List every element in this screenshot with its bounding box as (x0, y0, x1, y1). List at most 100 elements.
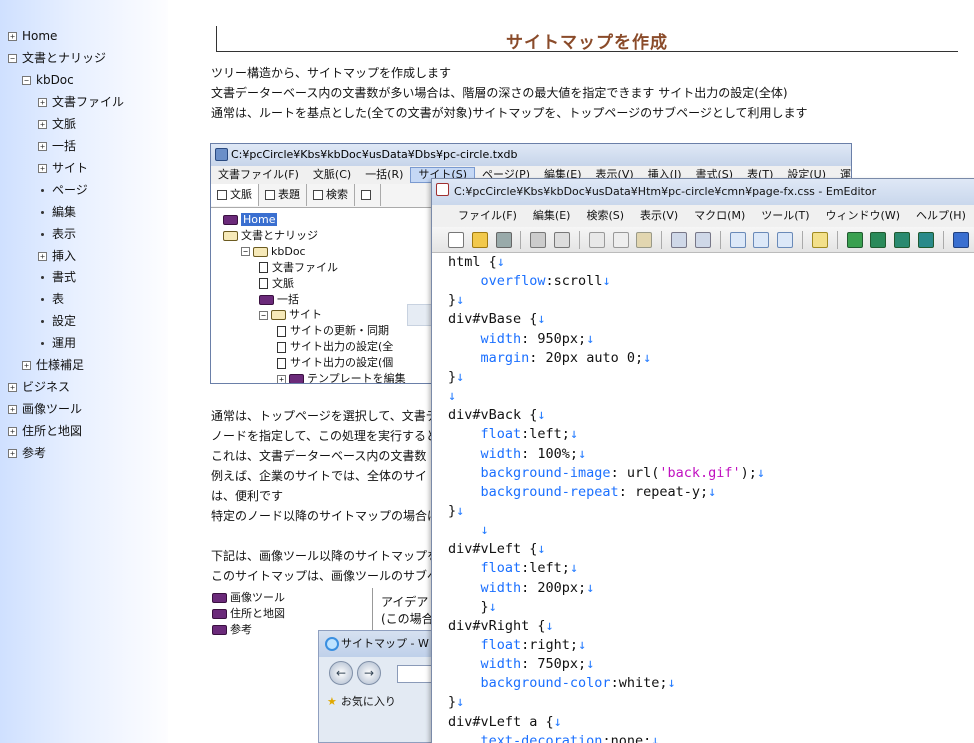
editor-menu-item[interactable]: 編集(E) (525, 205, 579, 227)
expand-icon[interactable]: + (8, 449, 17, 459)
expand-icon[interactable]: + (38, 251, 47, 261)
collapse-icon[interactable]: − (259, 310, 268, 320)
kbdoc-tree-node[interactable]: 文脈 (259, 276, 294, 292)
print-preview-icon[interactable] (554, 232, 571, 248)
view-mode-icon[interactable] (846, 232, 863, 248)
kbdoc-menu-item[interactable]: 一括(R) (358, 166, 410, 184)
sidebar-item[interactable]: + 住所と地図 (8, 422, 82, 440)
sitemap-node[interactable]: 住所と地図 (212, 606, 285, 622)
editor-menu-item[interactable]: マクロ(M) (686, 205, 753, 227)
new-file-icon[interactable] (448, 232, 464, 248)
expand-icon[interactable]: + (8, 427, 17, 437)
favorites-button[interactable]: ★ お気に入り (327, 693, 396, 711)
editor-menu-item[interactable]: 検索(S) (578, 205, 632, 227)
kbdoc-tree-node[interactable]: + テンプレートを編集 (277, 371, 406, 383)
back-button[interactable]: ← (329, 661, 353, 685)
find-prev-icon[interactable] (777, 232, 794, 248)
kbdoc-menu-item[interactable]: 文脈(C) (306, 166, 358, 184)
kbdoc-tree-node[interactable]: 文書とナリッジ (223, 228, 318, 244)
collapse-icon[interactable]: − (8, 53, 17, 63)
code-text: : 200px; (521, 579, 587, 596)
sidebar-item[interactable]: 設定 (38, 312, 76, 330)
editor-titlebar[interactable]: C:¥pcCircle¥Kbs¥kbDoc¥usData¥Htm¥pc-circ… (432, 179, 974, 205)
browser-titlebar[interactable]: サイトマップ - W (319, 631, 447, 657)
sidebar-item[interactable]: 表 (38, 290, 64, 308)
editor-menu-item[interactable]: ヘルプ(H) (908, 205, 974, 227)
sidebar-item[interactable]: + 参考 (8, 444, 46, 462)
sidebar-item[interactable]: 編集 (38, 203, 76, 221)
tab-hyodai[interactable]: 表題 (259, 184, 307, 206)
redo-icon[interactable] (694, 232, 711, 248)
kbdoc-tree-node[interactable]: − サイト (259, 307, 322, 323)
list-icon (265, 190, 275, 200)
expand-icon[interactable]: + (22, 361, 31, 371)
tab-kensaku[interactable]: 検索 (307, 184, 355, 206)
expand-icon[interactable]: + (8, 383, 17, 393)
tab-bunmyaku[interactable]: 文脈 (211, 184, 259, 206)
kbdoc-tree-node[interactable]: − kbDoc (241, 244, 306, 260)
editor-menu-item[interactable]: ウィンドウ(W) (818, 205, 908, 227)
sidebar-item[interactable]: 書式 (38, 268, 76, 286)
kbdoc-titlebar[interactable]: C:¥pcCircle¥Kbs¥kbDoc¥usData¥Dbs¥pc-circ… (211, 144, 851, 166)
sidebar-item[interactable]: 表示 (38, 225, 76, 243)
forward-button[interactable]: → (357, 661, 381, 685)
expand-icon[interactable]: + (277, 374, 286, 383)
macro-icon[interactable] (952, 232, 969, 248)
sidebar-item[interactable]: + 挿入 (38, 247, 76, 265)
paste-icon[interactable] (636, 232, 653, 248)
sitemap-example-panel: 画像ツール 住所と地図 参考 アイデア (この場合 (210, 588, 434, 636)
open-folder-icon[interactable] (471, 232, 488, 248)
expand-icon[interactable]: + (38, 141, 47, 151)
kbdoc-tree-node[interactable]: サイト出力の設定(個 (277, 355, 393, 371)
code-line: float:left;↓ (448, 425, 579, 444)
save-icon[interactable] (495, 232, 512, 248)
expand-icon[interactable]: + (38, 163, 47, 173)
body-line: 特定のノード以降のサイトマップの場合は (211, 509, 440, 523)
sidebar-item[interactable]: + 画像ツール (8, 400, 82, 418)
cut-icon[interactable] (588, 232, 605, 248)
sitemap-node[interactable]: 参考 (212, 622, 252, 638)
sidebar-item[interactable]: + サイト (38, 159, 88, 177)
expand-icon[interactable]: + (38, 97, 47, 107)
view-mode-icon[interactable] (894, 232, 911, 248)
find-next-icon[interactable] (753, 232, 770, 248)
sidebar-item[interactable]: − 文書とナリッジ (8, 49, 106, 67)
sidebar-item[interactable]: 運用 (38, 334, 76, 352)
kbdoc-tree-node[interactable]: サイトの更新・同期 (277, 323, 389, 339)
sidebar-item[interactable]: + 一括 (38, 137, 76, 155)
code-line: float:right;↓ (448, 636, 587, 655)
sidebar-item[interactable]: + Home (8, 27, 57, 45)
editor-menu-item[interactable]: ツール(T) (753, 205, 817, 227)
sidebar-item[interactable]: ページ (38, 181, 88, 199)
sidebar-item[interactable]: + 文脈 (38, 115, 76, 133)
expand-icon[interactable]: + (8, 405, 17, 415)
view-mode-icon[interactable] (918, 232, 935, 248)
print-icon[interactable] (530, 232, 547, 248)
expand-icon[interactable]: + (38, 119, 47, 129)
code-line: div#vBack {↓ (448, 406, 546, 425)
find-icon[interactable] (729, 232, 746, 248)
kbdoc-tree-node[interactable]: 一括 (259, 292, 299, 308)
sidebar-item[interactable]: − kbDoc (22, 71, 74, 89)
kbdoc-tree-node[interactable]: 文書ファイル (259, 260, 338, 276)
undo-icon[interactable] (671, 232, 688, 248)
kbdoc-tree-label: 文書とナリッジ (241, 228, 318, 242)
highlight-icon[interactable] (811, 232, 828, 248)
view-mode-icon[interactable] (870, 232, 887, 248)
sidebar-item[interactable]: + 文書ファイル (38, 93, 124, 111)
kbdoc-menu-item[interactable]: 文書ファイル(F) (211, 166, 306, 184)
sitemap-node[interactable]: 画像ツール (212, 590, 285, 606)
collapse-icon[interactable]: − (22, 75, 31, 85)
expand-icon[interactable]: + (8, 32, 17, 41)
copy-icon[interactable] (612, 232, 629, 248)
editor-menu-item[interactable]: 表示(V) (632, 205, 686, 227)
collapse-icon[interactable]: − (241, 247, 250, 257)
kbdoc-tree-node[interactable]: Home (223, 212, 278, 228)
sidebar-item[interactable]: + 仕様補足 (22, 356, 84, 374)
kbdoc-tree-node[interactable]: サイト出力の設定(全 (277, 339, 393, 355)
document-icon (259, 262, 268, 274)
sidebar-item[interactable]: + ビジネス (8, 378, 70, 396)
tab-more[interactable] (355, 184, 381, 206)
editor-menu-item[interactable]: ファイル(F) (450, 205, 525, 227)
